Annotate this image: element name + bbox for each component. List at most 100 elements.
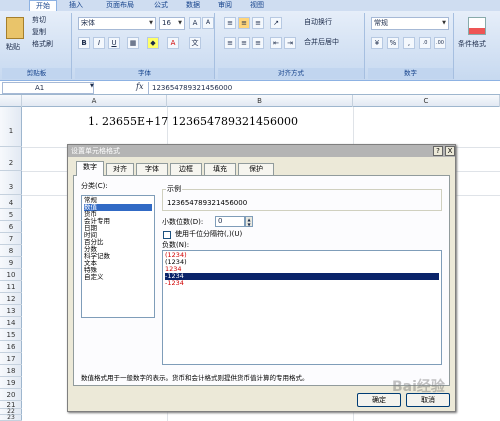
- row-header[interactable]: 14: [0, 317, 22, 329]
- row-header[interactable]: 17: [0, 353, 22, 365]
- merge-center-button[interactable]: 合并后居中: [304, 37, 339, 48]
- cell-b1[interactable]: 123654789321456000: [172, 115, 298, 128]
- align-left-icon[interactable]: ≡: [224, 37, 236, 49]
- row-header[interactable]: 2: [0, 147, 22, 171]
- tab-font[interactable]: 字体: [136, 163, 168, 175]
- row-header[interactable]: 15: [0, 329, 22, 341]
- sample-value: 123654789321456000: [167, 199, 248, 207]
- align-top-icon[interactable]: ≡: [224, 17, 236, 29]
- row-header[interactable]: 13: [0, 305, 22, 317]
- decrease-indent-icon[interactable]: ⇤: [270, 37, 282, 49]
- list-item[interactable]: 1234: [165, 266, 439, 273]
- copy-button[interactable]: 复制: [32, 27, 46, 38]
- chevron-down-icon[interactable]: ▼: [90, 83, 94, 89]
- row-header[interactable]: 11: [0, 281, 22, 293]
- tab-data[interactable]: 数据: [182, 0, 204, 11]
- row-header[interactable]: 19: [0, 377, 22, 389]
- category-list[interactable]: 常规 数值 货币 会计专用 日期 时间 百分比 分数 科学记数 文本 特殊 自定…: [81, 195, 155, 318]
- ribbon-tab-bar: 开始 插入 页面布局 公式 数据 审阅 视图: [0, 0, 500, 11]
- comma-button[interactable]: ,: [403, 37, 415, 49]
- dialog-title: 设置单元格格式: [68, 145, 455, 157]
- row-header[interactable]: 23: [0, 415, 22, 421]
- column-header-a[interactable]: A: [22, 95, 167, 107]
- select-all-corner[interactable]: [0, 95, 22, 107]
- list-item[interactable]: (1234): [165, 252, 439, 259]
- decimals-input[interactable]: 0: [215, 216, 245, 227]
- formula-input[interactable]: 123654789321456000: [148, 82, 500, 94]
- row-header[interactable]: 4: [0, 195, 22, 209]
- align-bottom-icon[interactable]: ≡: [252, 17, 264, 29]
- font-name-select[interactable]: 宋体 ▼: [78, 17, 156, 30]
- tab-page-layout[interactable]: 页面布局: [100, 0, 140, 11]
- name-box[interactable]: A1: [2, 82, 94, 94]
- row-header[interactable]: 16: [0, 341, 22, 353]
- percent-button[interactable]: %: [387, 37, 399, 49]
- row-header[interactable]: 5: [0, 209, 22, 221]
- italic-button[interactable]: I: [93, 37, 105, 49]
- shrink-font-button[interactable]: A: [202, 17, 214, 29]
- font-size-select[interactable]: 16 ▼: [159, 17, 185, 30]
- tab-protection[interactable]: 保护: [238, 163, 274, 175]
- row-header[interactable]: 10: [0, 269, 22, 281]
- tab-home[interactable]: 开始: [29, 0, 57, 11]
- increase-indent-icon[interactable]: ⇥: [284, 37, 296, 49]
- function-icon[interactable]: fx: [136, 82, 143, 91]
- row-header[interactable]: 7: [0, 233, 22, 245]
- column-header-b[interactable]: B: [167, 95, 353, 107]
- conditional-format-icon[interactable]: [468, 17, 486, 35]
- row-header[interactable]: 8: [0, 245, 22, 257]
- font-color-icon[interactable]: A: [167, 37, 179, 49]
- list-item[interactable]: -1234: [165, 280, 439, 287]
- decrease-decimal-icon[interactable]: .00: [434, 37, 446, 49]
- sample-box: 示例 123654789321456000: [162, 185, 442, 211]
- tab-fill[interactable]: 填充: [204, 163, 236, 175]
- decimals-spinner[interactable]: ▲ ▼: [245, 216, 253, 227]
- align-middle-icon[interactable]: ≡: [238, 17, 250, 29]
- align-right-icon[interactable]: ≡: [252, 37, 264, 49]
- list-item[interactable]: (1234): [165, 259, 439, 266]
- list-item[interactable]: 自定义: [84, 274, 152, 281]
- orientation-icon[interactable]: ↗: [270, 17, 282, 29]
- tab-view[interactable]: 视图: [246, 0, 268, 11]
- paste-icon[interactable]: [6, 17, 24, 39]
- cell-a1[interactable]: 1. 23655E+17: [88, 115, 168, 128]
- number-group: 常规 ▼ ¥ % , .0 .00 数字: [368, 13, 454, 79]
- row-header-bar: 1 2 3 4 5 6 7 8 9 10 11 12 13 14 15 16 1…: [0, 107, 22, 421]
- row-header[interactable]: 9: [0, 257, 22, 269]
- column-header-c[interactable]: C: [353, 95, 500, 107]
- increase-decimal-icon[interactable]: .0: [419, 37, 431, 49]
- format-painter-button[interactable]: 格式刷: [32, 39, 53, 50]
- chevron-down-icon: ▼: [149, 20, 153, 26]
- row-header[interactable]: 18: [0, 365, 22, 377]
- tab-insert[interactable]: 插入: [62, 0, 90, 11]
- fill-color-icon[interactable]: ◆: [147, 37, 159, 49]
- row-header[interactable]: 3: [0, 171, 22, 195]
- wrap-text-button[interactable]: 自动换行: [304, 17, 332, 28]
- borders-icon[interactable]: ▦: [127, 37, 139, 49]
- tab-formulas[interactable]: 公式: [150, 0, 172, 11]
- negative-number-list[interactable]: (1234) (1234) 1234 -1234 -1234: [162, 250, 442, 365]
- help-button[interactable]: ?: [433, 146, 443, 156]
- paste-button[interactable]: 粘贴: [6, 42, 20, 53]
- thousands-checkbox[interactable]: [163, 231, 171, 239]
- styles-group: 条件格式: [456, 13, 500, 79]
- number-format-select[interactable]: 常规 ▼: [371, 17, 449, 30]
- grow-font-button[interactable]: A: [189, 17, 201, 29]
- tab-border[interactable]: 边框: [170, 163, 202, 175]
- bold-button[interactable]: B: [78, 37, 90, 49]
- currency-icon[interactable]: ¥: [371, 37, 383, 49]
- row-header[interactable]: 12: [0, 293, 22, 305]
- list-item[interactable]: -1234: [165, 273, 439, 280]
- close-button[interactable]: X: [445, 146, 455, 156]
- phonetic-icon[interactable]: 文: [189, 37, 201, 49]
- align-center-icon[interactable]: ≡: [238, 37, 250, 49]
- tab-number[interactable]: 数字: [76, 161, 104, 176]
- row-header[interactable]: 6: [0, 221, 22, 233]
- cut-button[interactable]: 剪切: [32, 15, 46, 26]
- underline-button[interactable]: U: [108, 37, 120, 49]
- row-header[interactable]: 1: [0, 107, 22, 147]
- tab-review[interactable]: 审阅: [214, 0, 236, 11]
- tab-alignment[interactable]: 对齐: [106, 163, 134, 175]
- row-header[interactable]: 20: [0, 389, 22, 401]
- conditional-format-button[interactable]: 条件格式: [458, 39, 486, 50]
